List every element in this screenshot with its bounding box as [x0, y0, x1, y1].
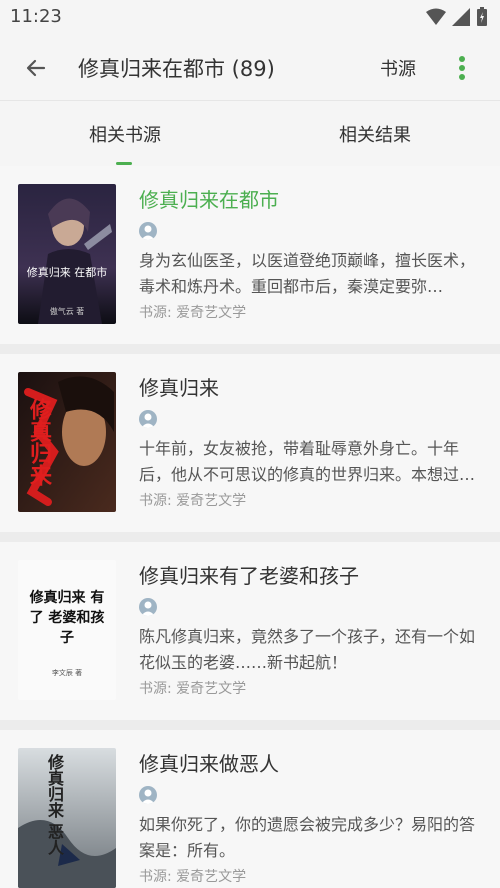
book-card[interactable]: 修真归来 恶人 修真归来做恶人 如果你死了，你的遗愿会被完成多少？易阳的答案是：…: [0, 730, 500, 888]
cover-caption: 修真归来 恶人: [45, 754, 64, 856]
back-arrow-icon[interactable]: [22, 54, 50, 82]
author-avatar-icon: [139, 786, 157, 804]
cover-caption: 修真归来 有了 老婆和孩子: [29, 590, 105, 646]
book-title[interactable]: 修真归来做恶人: [139, 748, 279, 777]
book-description: 如果你死了，你的遗愿会被完成多少？易阳的答案是：所有。: [139, 815, 476, 860]
cover-caption: 修真归来 在都市: [26, 266, 108, 279]
wifi-icon: [426, 8, 446, 25]
book-title[interactable]: 修真归来: [139, 372, 219, 401]
book-description: 身为玄仙医圣，以医道登绝顶巅峰，擅长医术，毒术和炼丹术。重回都市后，秦漠定要弥…: [139, 251, 476, 296]
book-source: 书源: 爱奇艺文学: [139, 305, 247, 321]
book-cover: 修真归来 有了 老婆和孩子 李文辰 著: [18, 560, 116, 700]
status-time: 11:23: [10, 6, 62, 27]
battery-icon: [477, 7, 487, 26]
cover-author: 李文辰 著: [51, 669, 83, 677]
tab-related-sources[interactable]: 相关书源: [0, 121, 250, 147]
app-bar: 修真归来在都市 (89) 书源: [0, 34, 500, 100]
book-card[interactable]: 修真归来 有了 老婆和孩子 李文辰 著 修真归来有了老婆和孩子 陈凡修真归来，竟…: [0, 542, 500, 720]
book-description: 十年前，女友被抢，带着耻辱意外身亡。十年后，他从不可思议的修真的世界归来。本想过…: [139, 439, 476, 484]
book-title[interactable]: 修真归来有了老婆和孩子: [139, 560, 359, 589]
book-cover: 修真归来 在都市 傲气云 著: [18, 184, 116, 324]
book-description: 陈凡修真归来，竟然多了一个孩子，还有一个如花似玉的老婆……新书起航！: [139, 627, 476, 672]
more-vert-icon[interactable]: [452, 54, 472, 82]
book-cover: 修真归来: [18, 372, 116, 512]
source-button[interactable]: 书源: [380, 55, 416, 81]
signal-icon: [452, 8, 470, 26]
tab-indicator: [116, 162, 132, 165]
book-source: 书源: 爱奇艺文学: [139, 493, 247, 509]
page-title: 修真归来在都市 (89): [78, 57, 275, 81]
book-card[interactable]: 修真归来 修真归来 十年前，女友被抢，带着耻辱意外身亡。十年后，他从不可思议的修…: [0, 354, 500, 532]
status-bar: 11:23: [0, 0, 500, 34]
cover-author: 傲气云 著: [49, 307, 85, 316]
author-avatar-icon: [139, 410, 157, 428]
book-source: 书源: 爱奇艺文学: [139, 869, 247, 885]
book-card[interactable]: 修真归来 在都市 傲气云 著 修真归来在都市 身为玄仙医圣，以医道登绝顶巅峰，擅…: [0, 166, 500, 344]
cover-caption: 修真归来: [26, 398, 51, 486]
author-avatar-icon: [139, 222, 157, 240]
tab-bar: 相关书源 相关结果: [0, 100, 500, 166]
status-icons: [426, 7, 488, 27]
book-source: 书源: 爱奇艺文学: [139, 681, 247, 697]
author-avatar-icon: [139, 598, 157, 616]
book-cover: 修真归来 恶人: [18, 748, 116, 888]
tab-related-results[interactable]: 相关结果: [250, 121, 500, 147]
book-title[interactable]: 修真归来在都市: [139, 184, 279, 213]
